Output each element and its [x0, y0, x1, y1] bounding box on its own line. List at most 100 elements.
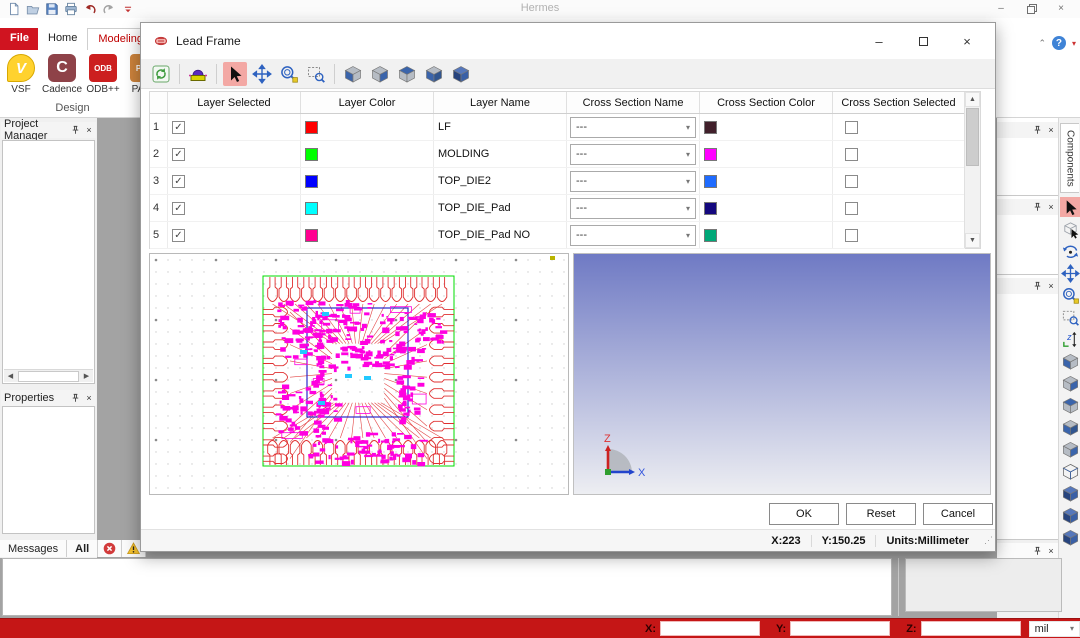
close-icon[interactable]: × [1044, 201, 1058, 214]
layer-color-swatch[interactable] [305, 229, 318, 242]
bottom-right-panel[interactable] [905, 558, 1062, 612]
view-cube-iso2-icon[interactable] [1060, 505, 1080, 525]
close-icon[interactable]: × [1044, 280, 1058, 293]
zoom-icon[interactable] [277, 62, 301, 86]
pin-icon[interactable] [1030, 201, 1044, 214]
layer-name-cell[interactable]: TOP_DIE_Pad [434, 195, 567, 221]
pan-icon[interactable] [1060, 263, 1080, 283]
select-arrow-icon[interactable] [223, 62, 247, 86]
fit-z-icon[interactable]: z [1060, 329, 1080, 349]
view-cube-back-icon[interactable] [1060, 417, 1080, 437]
components-tab[interactable]: Components [1060, 123, 1079, 193]
cross-section-selected-checkbox[interactable] [845, 229, 858, 242]
window-titlebar[interactable]: Hermes – × [0, 0, 1080, 18]
window-restore-button[interactable] [1016, 0, 1046, 16]
save-icon[interactable] [44, 2, 59, 17]
reset-button[interactable]: Reset [846, 503, 916, 525]
zoom-icon[interactable] [1060, 285, 1080, 305]
layer-name-cell[interactable]: TOP_DIE2 [434, 168, 567, 194]
ribbon-tab-file[interactable]: File [0, 28, 38, 50]
layer-selected-checkbox[interactable]: ✓ [172, 229, 185, 242]
scroll-right-icon[interactable]: ▶ [80, 372, 93, 380]
window-minimize-button[interactable]: – [986, 0, 1016, 16]
leadframe-3d-view[interactable]: Z X [573, 253, 991, 495]
column-header-cross-section-name[interactable]: Cross Section Name [567, 92, 700, 113]
scroll-thumb[interactable] [18, 371, 79, 382]
column-header-layer-selected[interactable]: Layer Selected [168, 92, 301, 113]
cross-section-color-swatch[interactable] [704, 229, 717, 242]
pin-icon[interactable] [68, 124, 82, 137]
view-cube-right-icon[interactable] [1060, 373, 1080, 393]
cross-section-name-select[interactable]: ---▾ [570, 225, 696, 246]
help-icon[interactable]: ? [1052, 36, 1066, 50]
view-cube-iso3-icon[interactable] [1060, 527, 1080, 547]
scroll-thumb[interactable] [966, 108, 979, 166]
column-header-cross-section-selected[interactable]: Cross Section Selected [833, 92, 965, 113]
view-cube-top-icon[interactable] [1060, 395, 1080, 415]
pin-icon[interactable] [1030, 124, 1044, 137]
rotate-view-icon[interactable] [1060, 241, 1080, 261]
layer-selected-checkbox[interactable]: ✓ [172, 175, 185, 188]
column-header-layer-color[interactable]: Layer Color [301, 92, 434, 113]
customize-quick-access-icon[interactable] [120, 2, 135, 17]
cross-section-color-swatch[interactable] [704, 175, 717, 188]
resize-grip[interactable]: ⋰ [984, 535, 993, 546]
pin-icon[interactable] [68, 392, 82, 405]
collapse-ribbon-icon[interactable]: ⌃ [1038, 38, 1046, 49]
layer-selected-checkbox[interactable]: ✓ [172, 202, 185, 215]
view-cube-left-icon[interactable] [1060, 351, 1080, 371]
layer-color-swatch[interactable] [305, 148, 318, 161]
tab-all[interactable]: All [67, 540, 98, 557]
dialog-close-button[interactable]: × [945, 27, 989, 55]
scroll-down-icon[interactable]: ▼ [965, 233, 980, 248]
cross-section-name-select[interactable]: ---▾ [570, 171, 696, 192]
pin-icon[interactable] [1030, 545, 1044, 558]
right-panel-1-header[interactable]: × [997, 122, 1058, 138]
cross-section-name-select[interactable]: ---▾ [570, 198, 696, 219]
close-icon[interactable]: × [1044, 124, 1058, 137]
dialog-titlebar[interactable]: Lead Frame – × [141, 23, 995, 59]
dialog-maximize-button[interactable] [901, 27, 945, 55]
pin-icon[interactable] [1030, 280, 1044, 293]
import-button-cadence[interactable]: CCadence [43, 52, 81, 95]
tab-messages[interactable]: Messages [0, 540, 67, 557]
import-button-odbpp[interactable]: ODBODB++ [84, 52, 122, 95]
select-arrow-icon[interactable] [1060, 197, 1080, 217]
view-cube-wireframe-icon[interactable] [1060, 461, 1080, 481]
scroll-left-icon[interactable]: ◀ [4, 372, 17, 380]
view-cube-right-icon[interactable] [368, 62, 392, 86]
cross-section-selected-checkbox[interactable] [845, 175, 858, 188]
close-icon[interactable]: × [82, 124, 96, 137]
scroll-up-icon[interactable]: ▲ [965, 92, 980, 107]
layer-name-cell[interactable]: TOP_DIE_Pad NO [434, 222, 567, 248]
project-manager-header[interactable]: Project Manager × [1, 122, 96, 138]
undo-icon[interactable] [82, 2, 97, 17]
zoom-region-icon[interactable] [1060, 307, 1080, 327]
leadframe-2d-view[interactable] [149, 253, 569, 495]
right-panel-4-header[interactable]: × [997, 543, 1058, 559]
leadframe-tool-icon[interactable] [186, 62, 210, 86]
layer-color-swatch[interactable] [305, 175, 318, 188]
cross-section-selected-checkbox[interactable] [845, 148, 858, 161]
column-header-layer-name[interactable]: Layer Name [434, 92, 567, 113]
project-manager-hscrollbar[interactable]: ◀ ▶ [4, 369, 93, 382]
view-cube-iso1-icon[interactable] [1060, 483, 1080, 503]
import-button-vsf[interactable]: VVSF [2, 52, 40, 95]
right-panel-3-header[interactable]: × [997, 278, 1058, 294]
cross-section-color-swatch[interactable] [704, 202, 717, 215]
cancel-button[interactable]: Cancel [923, 503, 993, 525]
layer-name-cell[interactable]: LF [434, 114, 567, 140]
dialog-minimize-button[interactable]: – [857, 27, 901, 55]
layer-selected-checkbox[interactable]: ✓ [172, 121, 185, 134]
redo-icon[interactable] [101, 2, 116, 17]
table-vscrollbar[interactable]: ▲ ▼ [964, 92, 980, 248]
ok-button[interactable]: OK [769, 503, 839, 525]
close-icon[interactable]: × [1044, 545, 1058, 558]
errors-filter-button[interactable] [98, 540, 122, 557]
close-icon[interactable]: × [82, 392, 96, 405]
view-cube-front-icon[interactable] [1060, 439, 1080, 459]
ribbon-tab-home[interactable]: Home [38, 28, 87, 50]
layer-color-swatch[interactable] [305, 202, 318, 215]
view-cube-left-icon[interactable] [341, 62, 365, 86]
column-header-cross-section-color[interactable]: Cross Section Color [700, 92, 833, 113]
